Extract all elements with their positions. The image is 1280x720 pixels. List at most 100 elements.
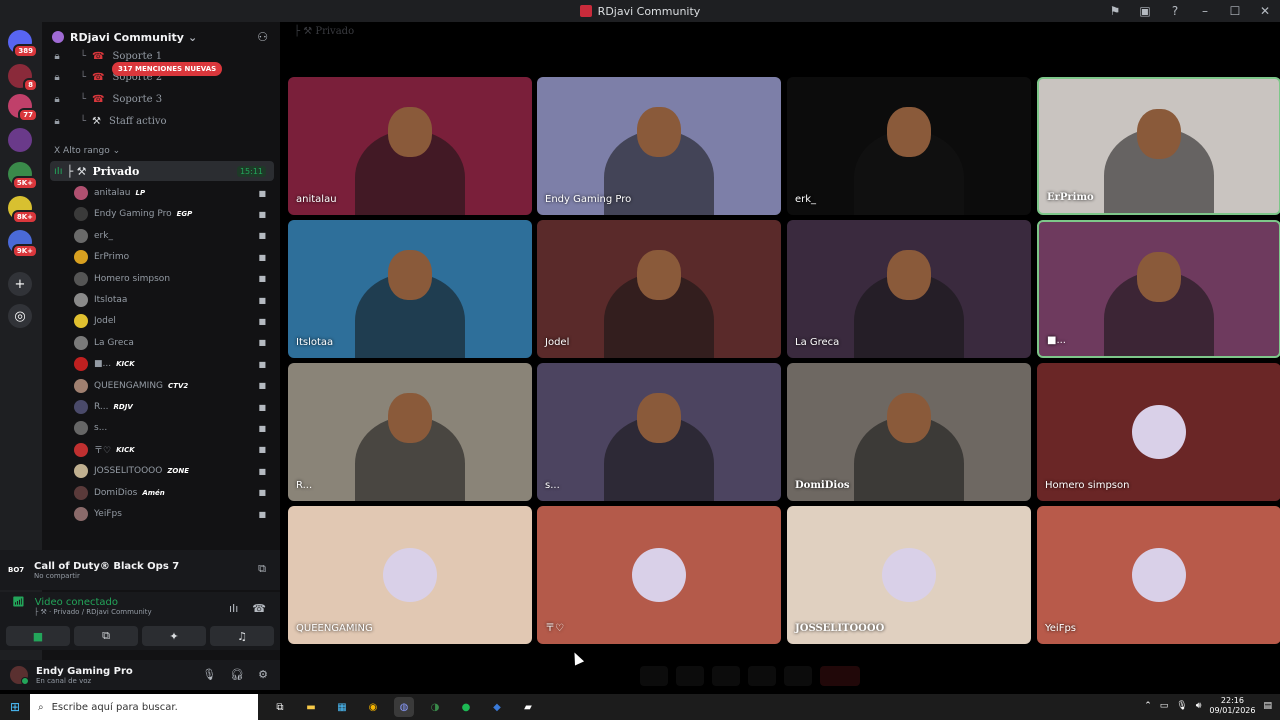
- stream-game-icon[interactable]: ⧉: [258, 562, 266, 576]
- chrome-icon[interactable]: ◉: [363, 697, 383, 717]
- voice-member[interactable]: ErPrimo ■: [74, 247, 274, 267]
- app-icon[interactable]: ◑: [425, 697, 445, 717]
- task-view-icon[interactable]: ⧉: [270, 697, 290, 717]
- add-member-icon[interactable]: ⚇: [257, 30, 268, 44]
- file-explorer-icon[interactable]: ▬: [301, 697, 321, 717]
- call-controls: [640, 666, 940, 688]
- server-icon[interactable]: [8, 128, 32, 152]
- more-button[interactable]: [784, 666, 812, 686]
- channel-staff-activo[interactable]: 🔒︎ └ ⚒ Staff activo: [52, 111, 166, 131]
- video-tile[interactable]: ■...: [1037, 220, 1280, 358]
- video-tile[interactable]: DomiDios: [787, 363, 1031, 501]
- hang-up-button[interactable]: [820, 666, 860, 686]
- member-name: ■...: [94, 359, 112, 370]
- clock[interactable]: 22:16 09/01/2026: [1209, 696, 1255, 716]
- store-icon[interactable]: ▦: [332, 697, 352, 717]
- participant-name: JOSSELITOOOO: [795, 623, 885, 634]
- server-icon[interactable]: 77: [8, 94, 38, 122]
- participant-face: [887, 107, 931, 157]
- category-alto-rango[interactable]: X Alto rango ⌄: [54, 146, 120, 156]
- spotify-icon[interactable]: ●: [456, 697, 476, 717]
- flag-icon[interactable]: ⚑: [1100, 0, 1130, 22]
- share-button[interactable]: [712, 666, 740, 686]
- inbox-icon[interactable]: ▣: [1130, 0, 1160, 22]
- chevron-up-icon[interactable]: ⌃: [1144, 701, 1152, 711]
- server-icon[interactable]: 5K+: [8, 162, 38, 190]
- direct-messages-icon[interactable]: 389: [8, 30, 38, 58]
- call-of-duty-icon[interactable]: ▰: [518, 697, 538, 717]
- voice-member[interactable]: Endy Gaming Pro EGP ■: [74, 204, 274, 224]
- video-tile[interactable]: QUEENGAMING: [288, 506, 532, 644]
- video-tile[interactable]: 〒♡: [537, 506, 781, 644]
- battlenet-icon[interactable]: ◆: [487, 697, 507, 717]
- participant-name: La Greca: [795, 337, 840, 348]
- video-tile[interactable]: erk_: [787, 77, 1031, 215]
- server-icon[interactable]: 8K+: [8, 196, 38, 224]
- activity-button[interactable]: [748, 666, 776, 686]
- disconnect-icon[interactable]: ☎: [252, 602, 266, 615]
- activity-panel: BO7 Call of Duty® Black Ops 7 No compart…: [0, 550, 280, 590]
- soundboard-button[interactable]: ♫: [210, 626, 274, 646]
- voice-member[interactable]: La Greca ■: [74, 333, 274, 353]
- add-server-icon[interactable]: +: [8, 272, 32, 296]
- microphone-icon[interactable]: 🎙︎: [202, 668, 216, 681]
- channel-header: ├ ⚒ Privado: [294, 26, 355, 37]
- voice-member[interactable]: anitalau LP ■: [74, 183, 274, 203]
- camera-button[interactable]: ■: [6, 626, 70, 646]
- settings-icon[interactable]: ⚙: [258, 668, 268, 681]
- voice-member[interactable]: erk_ ■: [74, 226, 274, 246]
- video-tile[interactable]: La Greca: [787, 220, 1031, 358]
- participant-face: [887, 393, 931, 443]
- voice-member[interactable]: Jodel ■: [74, 311, 274, 331]
- noise-suppression-icon[interactable]: ıIı: [229, 602, 238, 615]
- network-icon[interactable]: ▭: [1160, 701, 1169, 711]
- volume-icon[interactable]: 🔊︎: [1196, 701, 1202, 711]
- voice-member[interactable]: R... RDJV ■: [74, 397, 274, 417]
- channel-privado[interactable]: ıIı ├ ⚒ Privado 15:11: [50, 161, 274, 181]
- notifications-icon[interactable]: ▤: [1263, 701, 1272, 711]
- video-tile[interactable]: Endy Gaming Pro: [537, 77, 781, 215]
- voice-member[interactable]: Itslotaa ■: [74, 290, 274, 310]
- participant-name: erk_: [795, 194, 817, 205]
- close-button[interactable]: ✕: [1250, 0, 1280, 22]
- voice-member[interactable]: JOSSELITOOOO ZONE ■: [74, 461, 274, 481]
- voice-member[interactable]: s... ■: [74, 418, 274, 438]
- avatar: [74, 485, 88, 500]
- taskbar-search[interactable]: ⌕ Escribe aquí para buscar.: [30, 694, 258, 720]
- phone-icon: ☎: [92, 50, 105, 62]
- mentions-banner[interactable]: 317 MENCIONES NUEVAS: [112, 62, 223, 76]
- video-tile[interactable]: JOSSELITOOOO: [787, 506, 1031, 644]
- system-tray: ⌃ ▭ 🎙︎ 🔊︎ 22:16 09/01/2026 ▤: [1144, 696, 1272, 716]
- voice-member[interactable]: ■... KICK ■: [74, 354, 274, 374]
- video-tile[interactable]: Itslotaa: [288, 220, 532, 358]
- video-tile[interactable]: ErPrimo: [1037, 77, 1280, 215]
- discover-icon[interactable]: ◎: [8, 304, 32, 328]
- voice-member[interactable]: 〒♡ KICK ■: [74, 440, 274, 460]
- screen-share-button[interactable]: ⧉: [74, 626, 138, 646]
- video-tile[interactable]: Jodel: [537, 220, 781, 358]
- voice-member[interactable]: Homero simpson ■: [74, 269, 274, 289]
- maximize-button[interactable]: ☐: [1220, 0, 1250, 22]
- video-tile[interactable]: anitalau: [288, 77, 532, 215]
- video-tile[interactable]: s...: [537, 363, 781, 501]
- discord-icon[interactable]: ◍: [394, 697, 414, 717]
- member-name: DomiDios: [94, 487, 138, 498]
- channel-soporte-3[interactable]: 🔒︎ └ ☎ Soporte 3: [52, 89, 162, 109]
- minimize-button[interactable]: –: [1190, 0, 1220, 22]
- microphone-icon[interactable]: 🎙︎: [1176, 701, 1187, 711]
- mic-button[interactable]: [640, 666, 668, 686]
- camera-button[interactable]: [676, 666, 704, 686]
- headphones-icon[interactable]: 🎧︎: [230, 668, 244, 681]
- server-icon[interactable]: 9K+: [8, 230, 38, 258]
- activities-button[interactable]: ✦: [142, 626, 206, 646]
- voice-member[interactable]: QUEENGAMING CTV2 ■: [74, 376, 274, 396]
- voice-member[interactable]: YeiFps ■: [74, 504, 274, 524]
- server-icon[interactable]: 8: [8, 64, 38, 92]
- video-tile[interactable]: YeiFps: [1037, 506, 1280, 644]
- voice-member[interactable]: DomiDios Amén ■: [74, 483, 274, 503]
- video-tile[interactable]: Homero simpson: [1037, 363, 1280, 501]
- help-icon[interactable]: ?: [1160, 0, 1190, 22]
- avatar[interactable]: [10, 666, 29, 685]
- video-tile[interactable]: R...: [288, 363, 532, 501]
- windows-start-icon[interactable]: ⊞: [0, 700, 30, 714]
